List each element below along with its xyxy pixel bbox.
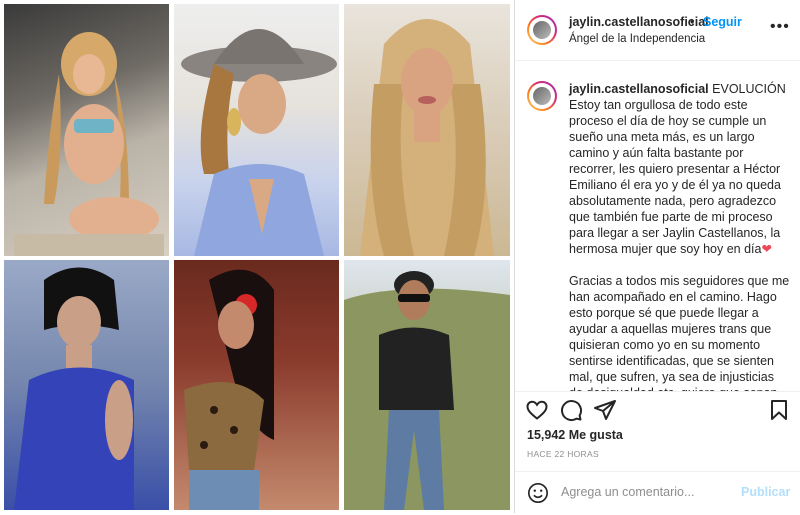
comment-bar: Agrega un comentario... Publicar [515,471,800,515]
collage-photo-1 [4,4,169,256]
collage-photo-3 [344,4,510,256]
avatar[interactable] [527,15,557,45]
separator-dot: • [690,15,695,29]
like-count[interactable]: 15,942 Me gusta [527,428,623,442]
collage-photo-6 [344,260,510,510]
caption-area[interactable]: jaylin.castellanosoficial EVOLUCIÓN Esto… [515,61,800,391]
caption-username[interactable]: jaylin.castellanosoficial [569,82,709,96]
share-icon[interactable] [593,398,617,422]
post-actions: 15,942 Me gusta HACE 22 HORAS Agrega un … [515,391,800,514]
comment-input[interactable]: Agrega un comentario... [561,485,694,499]
caption-paragraph-2: Gracias a todos mis seguidores que me ha… [569,274,790,391]
caption-paragraph-1: EVOLUCIÓN Estoy tan orgullosa de todo es… [569,82,786,256]
post-side-panel: jaylin.castellanosoficial • Seguir Ángel… [514,0,800,513]
comment-icon[interactable] [559,398,583,422]
collage-photo-5 [174,260,339,510]
bookmark-icon[interactable] [767,398,791,422]
red-heart-emoji: ❤ [761,242,772,256]
more-icon[interactable]: ••• [770,19,790,35]
header-username[interactable]: jaylin.castellanosoficial [569,15,709,29]
caption-avatar[interactable] [527,81,557,111]
post-header: jaylin.castellanosoficial • Seguir Ángel… [515,0,800,61]
caption-text: jaylin.castellanosoficial EVOLUCIÓN Esto… [569,81,791,391]
collage-photo-2 [174,4,339,256]
emoji-icon[interactable] [527,482,549,504]
location-link[interactable]: Ángel de la Independencia [569,33,705,45]
collage-photo-4 [4,260,169,510]
post-image-collage[interactable] [0,0,514,513]
follow-button[interactable]: Seguir [703,15,742,29]
heart-icon[interactable] [525,398,549,422]
publish-button[interactable]: Publicar [741,485,790,499]
post-timestamp[interactable]: HACE 22 HORAS [527,449,599,459]
instagram-post-screenshot: jaylin.castellanosoficial • Seguir Ángel… [0,0,800,513]
